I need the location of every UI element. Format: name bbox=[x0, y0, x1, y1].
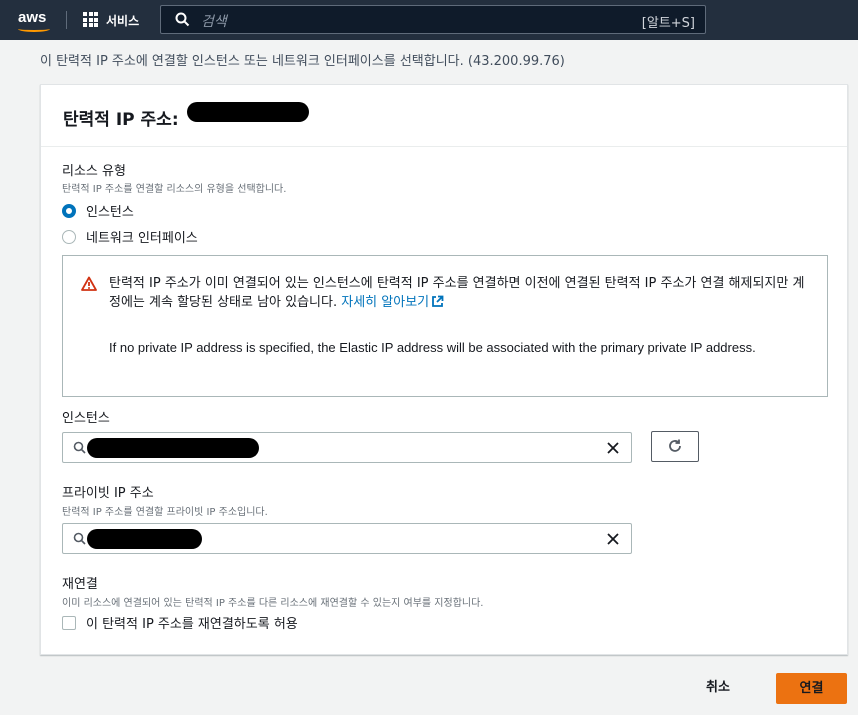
external-link-icon[interactable] bbox=[431, 295, 444, 308]
radio-network-interface-label[interactable]: 네트워크 인터페이스 bbox=[86, 227, 198, 246]
panel-title: 탄력적 IP 주소: bbox=[63, 110, 179, 130]
refresh-icon bbox=[669, 439, 681, 452]
search-icon bbox=[73, 441, 86, 454]
radio-network-interface[interactable] bbox=[62, 230, 76, 244]
alert-message: 탄력적 IP 주소가 이미 연결되어 있는 인스턴스에 탄력적 IP 주소를 연… bbox=[109, 276, 805, 310]
cancel-button[interactable]: 취소 bbox=[706, 676, 730, 695]
warning-alert: 탄력적 IP 주소가 이미 연결되어 있는 인스턴스에 탄력적 IP 주소를 연… bbox=[62, 255, 828, 397]
private-ip-description: 탄력적 IP 주소를 연결할 프라이빗 IP 주소입니다. bbox=[62, 507, 268, 518]
redacted-private-ip-value bbox=[87, 529, 202, 549]
clear-icon[interactable] bbox=[607, 442, 619, 454]
reassociation-label: 재연결 bbox=[62, 577, 98, 592]
associate-panel: 탄력적 IP 주소: 리소스 유형 탄력적 IP 주소를 연결할 리소스의 유형… bbox=[40, 84, 848, 655]
nav-divider bbox=[66, 11, 67, 29]
instance-search-input[interactable] bbox=[62, 432, 632, 463]
clear-icon[interactable] bbox=[607, 533, 619, 545]
reassociation-checkbox-label[interactable]: 이 탄력적 IP 주소를 재연결하도록 허용 bbox=[86, 613, 298, 632]
redacted-instance-value bbox=[87, 438, 259, 458]
search-shortcut: [알트+S] bbox=[641, 16, 695, 31]
services-menu-button[interactable]: 서비스 bbox=[106, 12, 139, 29]
learn-more-link[interactable]: 자세히 알아보기 bbox=[341, 295, 429, 310]
redacted-ip bbox=[187, 102, 309, 122]
connect-button[interactable]: 연결 bbox=[776, 673, 847, 704]
search-icon bbox=[73, 532, 86, 545]
top-nav: aws 서비스 검색 [알트+S] bbox=[0, 0, 858, 40]
resource-type-description: 탄력적 IP 주소를 연결할 리소스의 유형을 선택합니다. bbox=[62, 184, 287, 195]
search-placeholder: 검색 bbox=[201, 14, 227, 30]
radio-instance[interactable] bbox=[62, 204, 76, 218]
radio-instance-label[interactable]: 인스턴스 bbox=[86, 201, 134, 220]
panel-header: 탄력적 IP 주소: bbox=[41, 85, 847, 147]
warning-icon bbox=[81, 276, 97, 291]
alert-english-text: If no private IP address is specified, t… bbox=[109, 340, 756, 355]
aws-smile-icon bbox=[18, 26, 50, 32]
instance-label: 인스턴스 bbox=[62, 411, 110, 426]
aws-logo[interactable]: aws bbox=[18, 9, 46, 26]
page-description: 이 탄력적 IP 주소에 연결할 인스턴스 또는 네트워크 인터페이스를 선택합… bbox=[40, 54, 565, 69]
resource-type-label: 리소스 유형 bbox=[62, 164, 126, 179]
reassociation-checkbox[interactable] bbox=[62, 616, 76, 630]
alert-text: 탄력적 IP 주소가 이미 연결되어 있는 인스턴스에 탄력적 IP 주소를 연… bbox=[109, 274, 811, 312]
private-ip-search-input[interactable] bbox=[62, 523, 632, 554]
nav-search-input[interactable]: 검색 [알트+S] bbox=[160, 5, 706, 34]
refresh-button[interactable] bbox=[651, 431, 699, 462]
reassociation-description: 이미 리소스에 연결되어 있는 탄력적 IP 주소를 다른 리소스에 재연결할 … bbox=[62, 598, 484, 609]
search-icon bbox=[175, 12, 190, 27]
private-ip-label: 프라이빗 IP 주소 bbox=[62, 486, 154, 501]
services-grid-icon[interactable] bbox=[83, 12, 98, 27]
